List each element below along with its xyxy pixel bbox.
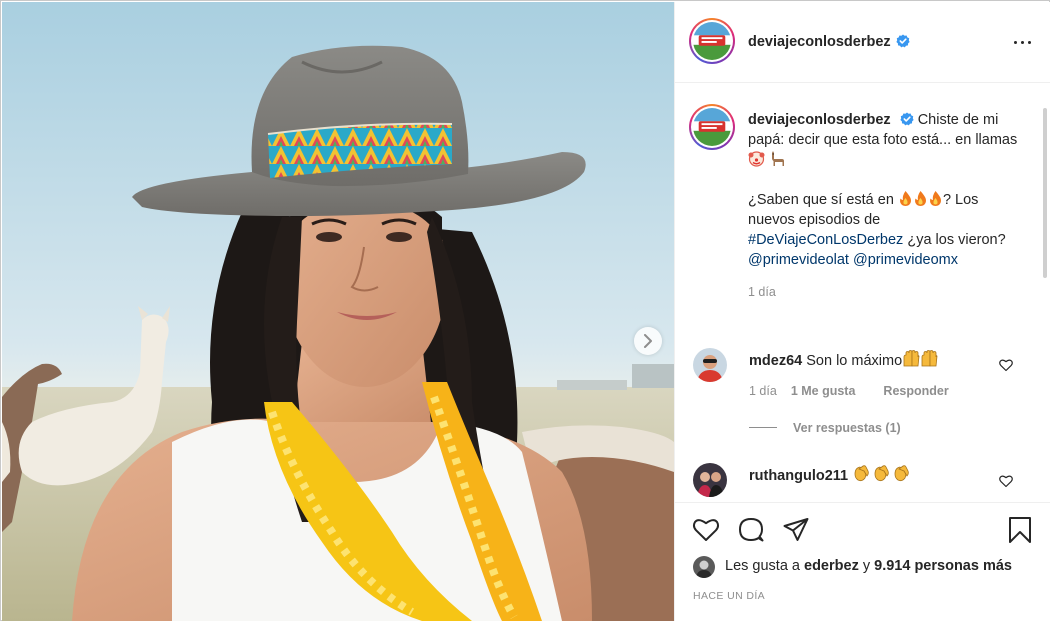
likes-connector: y — [862, 558, 871, 574]
author-avatar[interactable] — [689, 18, 735, 64]
raised-hands-emoji-icon — [903, 350, 938, 367]
photo-scene — [2, 2, 674, 621]
comment-likes-count[interactable]: 1 Me gusta — [791, 384, 856, 398]
clown-face-emoji-icon — [748, 151, 765, 167]
comment-username[interactable]: mdez64 — [749, 353, 802, 369]
next-photo-button[interactable] — [634, 327, 662, 355]
comment-time[interactable]: 1 día — [749, 384, 777, 398]
comment-avatar-mdez64[interactable] — [693, 348, 727, 382]
liker-username[interactable]: ederbez — [804, 558, 859, 574]
post-caption: deviajeconlosderbez Chiste de mi papá: d… — [748, 110, 1018, 302]
fire-emoji-icon — [899, 191, 911, 206]
author-username-row[interactable]: deviajeconlosderbez — [748, 34, 910, 50]
bookmark-icon[interactable] — [1006, 516, 1034, 544]
user-avatar-image — [693, 348, 727, 382]
comment-ruthangulo211: ruthangulo211 — [749, 465, 912, 484]
caption-mention-primevideomx[interactable]: @primevideomx — [853, 252, 958, 268]
post-timestamp[interactable]: HACE UN DÍA — [693, 590, 765, 602]
user-avatar-image — [693, 463, 727, 497]
heart-icon[interactable] — [692, 516, 720, 544]
comment-mdez64: mdez64 Son lo máximo — [749, 350, 938, 369]
liker-avatar[interactable] — [693, 556, 715, 578]
logo-avatar-image — [693, 108, 731, 146]
post-dialog: deviajeconlosderbez deviajeconlosderbez … — [0, 0, 1050, 621]
caption-username[interactable]: deviajeconlosderbez — [748, 112, 891, 128]
clapping-hands-emoji-icon — [854, 465, 909, 482]
comment-text: Son lo máximo — [806, 353, 903, 369]
caption-author-avatar[interactable] — [689, 104, 735, 150]
fire-emoji-icon — [914, 191, 926, 206]
comment-meta-mdez64: 1 día 1 Me gusta Responder — [749, 384, 949, 398]
more-options-button[interactable] — [1011, 32, 1035, 52]
logo-avatar-image — [693, 22, 731, 60]
post-actions: Les gusta a ederbez y 9.914 personas más… — [675, 502, 1050, 621]
chevron-right-icon — [644, 334, 652, 348]
post-header: deviajeconlosderbez — [675, 2, 1050, 83]
verified-badge-icon — [900, 112, 914, 126]
comment-like-heart-icon[interactable] — [999, 358, 1013, 372]
comment-like-heart-icon[interactable] — [999, 474, 1013, 488]
verified-badge-icon — [896, 34, 910, 48]
comment-reply-button[interactable]: Responder — [883, 384, 948, 398]
caption-hashtag-link[interactable]: #DeViajeConLosDerbez — [748, 232, 903, 248]
share-icon[interactable] — [782, 516, 810, 544]
comment-avatar-ruthangulo211[interactable] — [693, 463, 727, 497]
caption-mention-primevideolat[interactable]: @primevideolat — [748, 252, 849, 268]
view-replies-label: Ver respuestas (1) — [793, 421, 901, 435]
view-replies-button[interactable]: Ver respuestas (1) — [749, 421, 901, 435]
user-avatar-image — [693, 556, 715, 578]
comment-username[interactable]: ruthangulo211 — [749, 468, 848, 484]
likes-count[interactable]: 9.914 personas más — [874, 558, 1012, 574]
likes-prefix: Les gusta a — [725, 558, 800, 574]
more-icon — [1014, 41, 1017, 44]
comment-icon[interactable] — [737, 516, 765, 544]
caption-text-line2a: ¿Saben que sí está en — [748, 192, 894, 208]
fire-emoji-icon — [929, 191, 941, 206]
author-username[interactable]: deviajeconlosderbez — [748, 34, 891, 50]
comments-area[interactable]: deviajeconlosderbez Chiste de mi papá: d… — [675, 84, 1050, 502]
comments-scrollbar[interactable] — [1043, 108, 1047, 278]
post-side-panel: deviajeconlosderbez deviajeconlosderbez … — [674, 2, 1050, 621]
llama-emoji-icon — [772, 151, 785, 166]
post-photo[interactable] — [2, 2, 674, 621]
caption-time[interactable]: 1 día — [748, 285, 776, 299]
caption-text-line2c: ¿ya los vieron? — [907, 232, 1006, 248]
